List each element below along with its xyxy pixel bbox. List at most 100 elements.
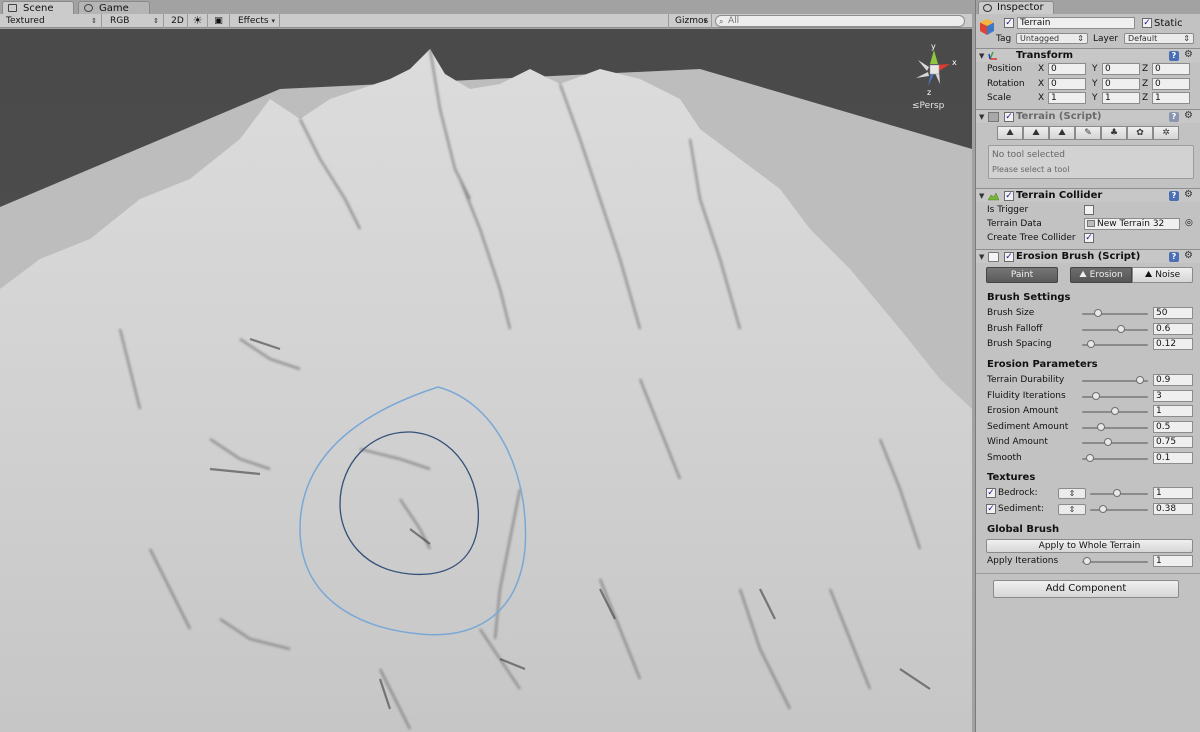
paint-details-tool-button[interactable]: ✿ [1127,126,1153,140]
tab-game[interactable]: Game [78,1,150,14]
scene-panel: Scene Game Textured ⇕ RGB ⇕ 2D ☀ ▣ Effec… [0,0,972,732]
transform-icon [988,51,997,60]
static-label: Static [1154,18,1183,29]
gear-icon[interactable]: ⚙ [1184,250,1193,261]
scene-search-input[interactable]: ⌕ All [715,15,965,27]
effects-dropdown[interactable]: Effects ▾ [232,14,280,28]
slider-thumb[interactable] [1111,407,1119,415]
apply-iterations-field[interactable]: 1 [1153,555,1193,567]
erosion-brush-header[interactable]: ▼ ✓ Erosion Brush (Script) ? ⚙ [976,249,1200,263]
axis-y-label: Y [1092,93,1098,103]
terrain-collider-header[interactable]: ▼ ✓ Terrain Collider ? ⚙ [976,188,1200,202]
slider-thumb[interactable] [1097,422,1105,431]
slider-value-field[interactable]: 50 [1153,307,1193,319]
texture-channel-dropdown[interactable]: ⇕ [1058,488,1086,499]
tab-inspector[interactable]: Inspector [978,1,1054,14]
slider-value-field[interactable]: 0.12 [1153,338,1193,350]
texture-channel-dropdown[interactable]: ⇕ [1058,503,1086,515]
smooth-height-tool-button[interactable]: ⛰ [1049,126,1075,140]
shading-mode-label: Textured [6,16,45,26]
texture-checkbox[interactable]: ✓ [986,503,996,514]
gear-icon[interactable]: ⚙ [1184,110,1193,121]
lighting-toggle-button[interactable]: ☀ [188,14,208,28]
slider-track[interactable] [1082,328,1148,331]
slider-thumb[interactable] [1117,324,1125,333]
apply-iterations-slider-thumb[interactable] [1083,557,1091,565]
tag-dropdown[interactable]: Untagged ⇕ [1016,33,1088,44]
rotation-y-field[interactable]: 0 [1102,77,1140,90]
rotation-z-field[interactable]: 0 [1152,77,1190,90]
2d-toggle-button[interactable]: 2D [168,14,188,28]
paint-height-tool-button[interactable]: ⛰ [1023,126,1049,140]
position-y-field[interactable]: 0 [1102,63,1140,75]
slider-value-field[interactable]: 1 [1153,405,1193,417]
add-component-button[interactable]: Add Component [993,580,1179,598]
slider-thumb[interactable] [1136,376,1144,384]
gear-icon[interactable]: ⚙ [1184,189,1193,200]
help-icon[interactable]: ? [1169,112,1179,122]
projection-toggle[interactable]: ≤Persp [912,101,944,111]
slider-thumb[interactable] [1113,489,1121,497]
slider-thumb[interactable] [1087,340,1095,348]
axis-z-label: Z [1142,78,1149,89]
slider-value-field[interactable]: 3 [1153,389,1193,402]
tree-collider-checkbox[interactable]: ✓ [1084,233,1094,243]
slider-thumb[interactable] [1086,453,1094,462]
gizmos-dropdown[interactable]: Gizmos ▾ [668,14,712,28]
slider-track[interactable] [1082,442,1148,444]
scene-orientation-gizmo[interactable]: y x z [906,40,962,96]
position-z-field[interactable]: 0 [1152,63,1190,75]
help-icon[interactable]: ? [1169,191,1179,201]
terrain-data-field[interactable]: New Terrain 32 [1084,218,1180,230]
terrain-collider-enabled-checkbox[interactable]: ✓ [1004,191,1014,201]
slider-thumb[interactable] [1094,309,1102,317]
scale-y-field[interactable]: 1 [1102,92,1140,104]
audio-toggle-button[interactable]: ▣ [208,14,230,28]
gear-icon[interactable]: ⚙ [1184,49,1193,60]
texture-value-field[interactable]: 0.38 [1153,502,1193,515]
tab-scene[interactable]: Scene [2,1,74,14]
is-trigger-checkbox[interactable] [1084,205,1094,215]
erosion-mode-button[interactable]: ⛰ Erosion [1070,267,1132,283]
slider-value-field[interactable]: 0.75 [1153,436,1193,448]
apply-whole-terrain-button[interactable]: Apply to Whole Terrain [986,539,1193,553]
terrain-script-header[interactable]: ▼ ✓ Terrain (Script) ? ⚙ [976,109,1200,123]
paint-texture-tool-button[interactable]: ✎ [1075,126,1101,140]
layer-dropdown[interactable]: Default ⇕ [1124,33,1194,44]
static-checkbox[interactable]: ✓ [1142,18,1152,28]
object-picker-icon[interactable]: ◎ [1185,218,1193,228]
transform-header[interactable]: ▼ Transform ? ⚙ [976,48,1200,62]
slider-thumb[interactable] [1104,438,1112,446]
active-checkbox[interactable]: ✓ [1004,18,1014,28]
rotation-x-field[interactable]: 0 [1048,77,1086,90]
texture-value-field[interactable]: 1 [1153,487,1193,499]
scene-viewport[interactable]: y x z ≤Persp [0,29,972,732]
slider-value-field[interactable]: 0.1 [1153,451,1193,464]
dropdown-arrow-icon: ⇕ [91,17,97,25]
render-mode-dropdown[interactable]: RGB ⇕ [104,14,164,28]
terrain-script-enabled-checkbox[interactable]: ✓ [1004,112,1014,122]
object-name-field[interactable]: Terrain [1017,17,1135,29]
slider-track[interactable] [1082,313,1148,315]
shading-mode-dropdown[interactable]: Textured ⇕ [0,14,102,28]
position-x-field[interactable]: 0 [1048,63,1086,75]
slider-thumb[interactable] [1092,391,1100,400]
slider-thumb[interactable] [1099,504,1107,513]
erosion-brush-enabled-checkbox[interactable]: ✓ [1004,252,1014,262]
slider-value-field[interactable]: 0.5 [1153,420,1193,433]
place-trees-tool-button[interactable]: ♣ [1101,126,1127,140]
slider-value-field[interactable]: 0.9 [1153,374,1193,386]
scale-z-field[interactable]: 1 [1152,92,1190,104]
slider-value-field[interactable]: 0.6 [1153,322,1193,335]
help-icon[interactable]: ? [1169,252,1179,262]
texture-checkbox[interactable]: ✓ [986,488,996,498]
apply-iterations-slider-track[interactable] [1082,561,1148,563]
slider-track[interactable] [1082,426,1148,429]
terrain-settings-tool-button[interactable]: ✲ [1153,126,1179,140]
paint-button[interactable]: Paint [986,267,1058,283]
slider-row: Fluidity Iterations 3 [976,389,1200,404]
help-icon[interactable]: ? [1169,51,1179,61]
raise-lower-tool-button[interactable]: ⛰ [997,126,1023,140]
noise-mode-button[interactable]: ⛰ Noise [1132,267,1193,283]
scale-x-field[interactable]: 1 [1048,92,1086,104]
